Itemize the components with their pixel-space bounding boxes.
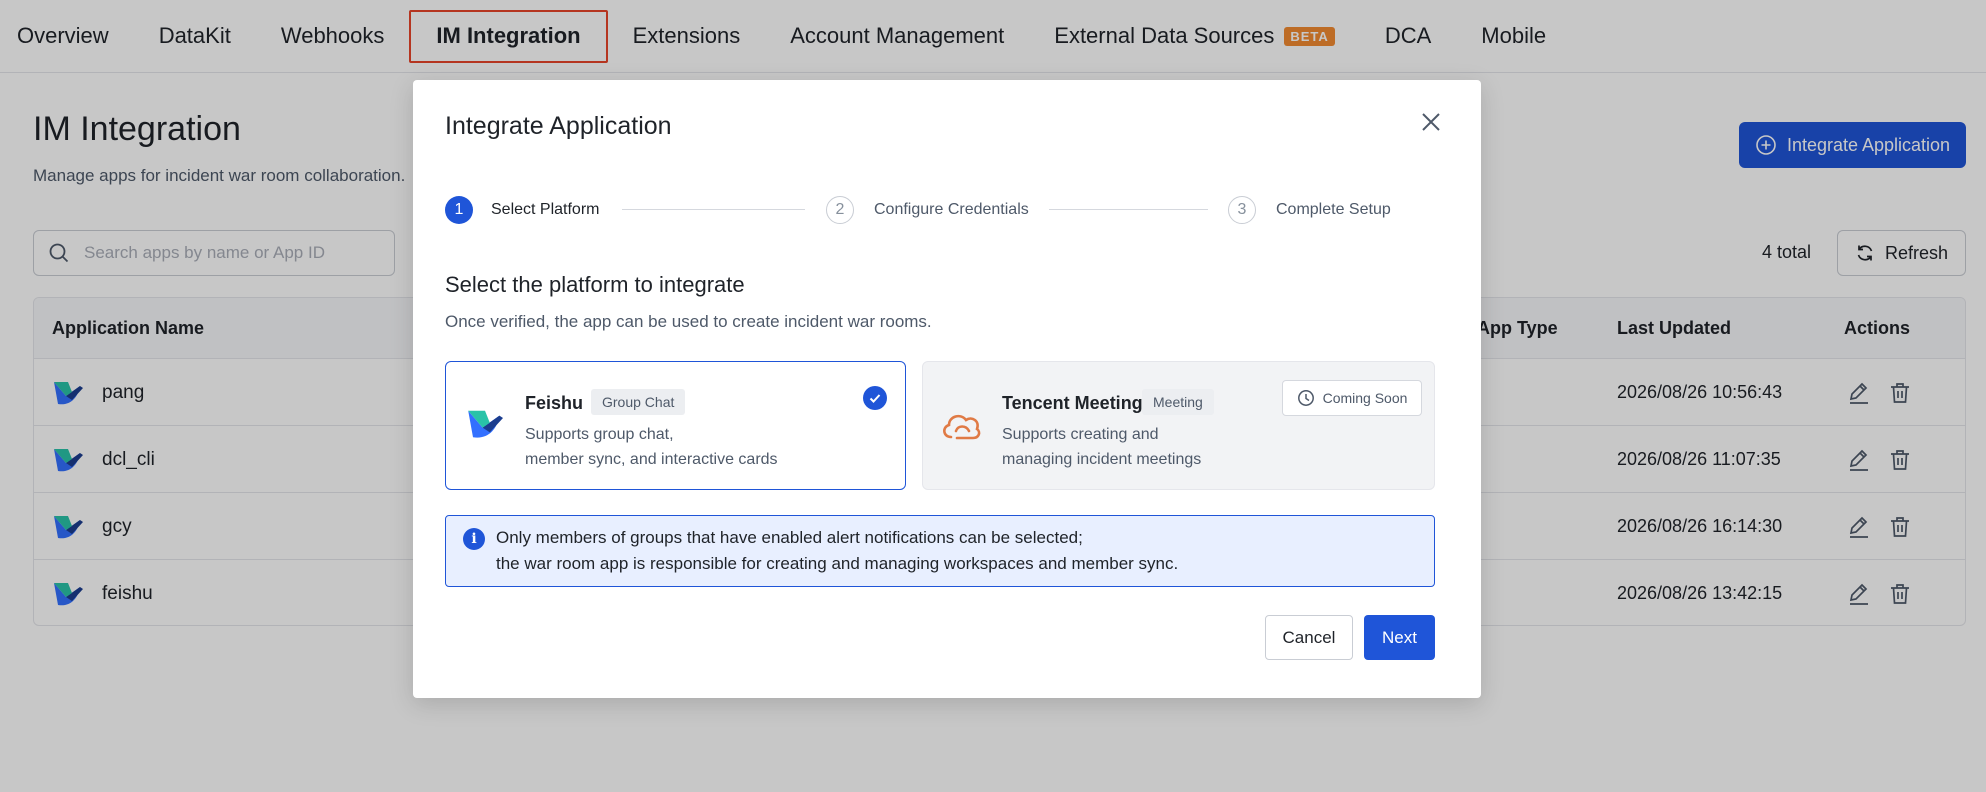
- step-3-indicator: 3: [1228, 196, 1256, 224]
- platform-description-line: managing incident meetings: [1002, 451, 1202, 468]
- info-alert: i Only members of groups that have enabl…: [445, 515, 1435, 587]
- tencent-meeting-logo-icon: [943, 414, 981, 440]
- step-2-indicator: 2: [826, 196, 854, 224]
- section-description: Once verified, the app can be used to cr…: [445, 312, 932, 331]
- step-2-label: Configure Credentials: [874, 201, 1029, 218]
- coming-soon-badge: Coming Soon: [1282, 380, 1422, 416]
- section-title: Select the platform to integrate: [445, 272, 745, 297]
- platform-description-line: member sync, and interactive cards: [525, 451, 778, 468]
- platform-card-feishu[interactable]: Feishu Group Chat Supports group chat, m…: [445, 361, 906, 490]
- platform-card-tencent-meeting: Tencent Meeting Meeting Supports creatin…: [922, 361, 1435, 490]
- next-button[interactable]: Next: [1364, 615, 1435, 660]
- close-icon[interactable]: [1416, 107, 1446, 137]
- info-line-2: the war room app is responsible for crea…: [496, 554, 1179, 573]
- platform-description: Supports group chat, member sync, and in…: [525, 422, 778, 472]
- platform-tag: Group Chat: [591, 389, 686, 415]
- step-1-label: Select Platform: [491, 201, 600, 218]
- info-icon: i: [463, 528, 485, 550]
- step-connector: [1049, 209, 1208, 210]
- integrate-application-dialog: Integrate Application 1 Select Platform …: [413, 80, 1481, 698]
- step-3-label: Complete Setup: [1276, 201, 1391, 218]
- step-1-indicator: 1: [445, 196, 473, 224]
- platform-name: Feishu: [525, 393, 584, 413]
- platform-description: Supports creating and managing incident …: [1002, 422, 1201, 472]
- step-connector: [622, 209, 805, 210]
- selected-check-icon: [863, 386, 887, 410]
- feishu-logo-icon: [468, 410, 503, 438]
- platform-description-line: Supports creating and: [1002, 426, 1159, 443]
- coming-soon-label: Coming Soon: [1322, 390, 1408, 406]
- cancel-button[interactable]: Cancel: [1265, 615, 1353, 660]
- platform-description-line: Supports group chat,: [525, 426, 674, 443]
- clock-icon: [1297, 390, 1314, 406]
- info-line-1: Only members of groups that have enabled…: [496, 528, 1083, 547]
- platform-tag: Meeting: [1142, 389, 1214, 415]
- dialog-title: Integrate Application: [445, 112, 672, 140]
- platform-name: Tencent Meeting: [1002, 393, 1143, 413]
